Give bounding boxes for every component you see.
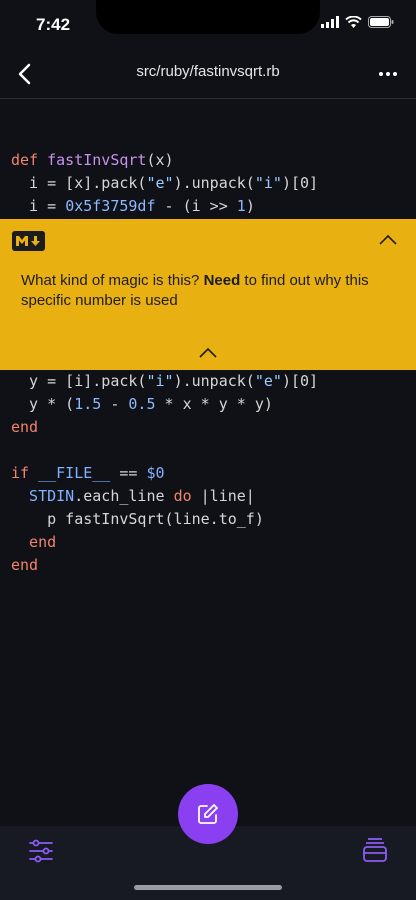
sliders-icon [29, 839, 53, 863]
code-token: 1 [236, 197, 246, 215]
code-token: def [11, 151, 48, 169]
code-token: - [101, 395, 129, 413]
code-token: end [11, 418, 39, 436]
code-token: - (i >> [155, 197, 237, 215]
code-block-bottom[interactable]: y = [i].pack("i").unpack("e")[0] y * (1.… [11, 370, 411, 577]
collapse-comment-button[interactable] [372, 228, 404, 252]
code-token: .each_line [74, 487, 174, 505]
signal-icon [321, 16, 339, 28]
code-line: y = [i].pack("i").unpack("e")[0] [11, 370, 411, 393]
code-line: i = [x].pack("e").unpack("i")[0] [11, 172, 411, 195]
status-time: 7:42 [36, 15, 71, 34]
code-line: if __FILE__ == $0 [11, 462, 411, 485]
edit-fab-button[interactable] [178, 784, 238, 844]
code-token: i = [x].pack( [11, 174, 147, 192]
code-line: STDIN.each_line do |line| [11, 485, 411, 508]
code-token: y * ( [11, 395, 75, 413]
code-block-top[interactable]: def fastInvSqrt(x) i = [x].pack("e").unp… [11, 149, 411, 218]
comment-text-start: What kind of magic is this? [21, 272, 204, 289]
ellipsis-icon [379, 72, 397, 76]
code-token: |line| [191, 487, 255, 505]
code-token: y = [i].pack( [11, 372, 147, 390]
code-token: * x * y * y) [155, 395, 273, 413]
code-token: (x) [146, 151, 174, 169]
code-token: )[0] [281, 174, 319, 192]
comment-text-bold: Need [203, 272, 241, 289]
code-line: p fastInvSqrt(line.to_f) [11, 508, 411, 531]
settings-button[interactable] [28, 838, 54, 864]
code-line: i = 0x5f3759df - (i >> 1) [11, 195, 411, 218]
code-line: y * (1.5 - 0.5 * x * y * y) [11, 393, 411, 416]
code-token: STDIN [11, 487, 75, 505]
code-token: 1.5 [74, 395, 102, 413]
code-token: == [110, 464, 147, 482]
code-token: if [11, 464, 39, 482]
comment-text: What kind of magic is this? Need to find… [21, 271, 393, 311]
code-token: "e" [254, 372, 282, 390]
pencil-square-icon [198, 804, 218, 824]
code-token: $0 [146, 464, 165, 482]
wifi-icon [345, 16, 362, 28]
nav-bar: src/ruby/fastinvsqrt.rb [0, 52, 416, 96]
status-bar: 7:42 [0, 0, 416, 52]
more-options-button[interactable] [372, 58, 404, 90]
code-token: ) [245, 197, 255, 215]
code-token: i = [11, 197, 66, 215]
chevron-up-icon [379, 234, 397, 245]
markdown-icon [12, 231, 45, 251]
stack-icon [363, 838, 387, 862]
collapse-comment-bottom-button[interactable] [192, 342, 224, 364]
code-token: __FILE__ [38, 464, 111, 482]
code-line: end [11, 531, 411, 554]
code-token: 0.5 [128, 395, 156, 413]
code-token: end [11, 556, 39, 574]
stack-button[interactable] [362, 836, 388, 864]
code-token: ).unpack( [173, 372, 255, 390]
device-notch [96, 0, 320, 34]
code-token: end [11, 533, 57, 551]
code-token: p fastInvSqrt(line.to_f) [11, 510, 264, 528]
code-token: 0x5f3759df [65, 197, 156, 215]
code-token: fastInvSqrt [47, 151, 147, 169]
home-indicator[interactable] [134, 885, 282, 890]
code-token: "i" [254, 174, 282, 192]
code-token: do [173, 487, 192, 505]
code-token: "i" [146, 372, 174, 390]
code-line: end [11, 554, 411, 577]
nav-divider [0, 98, 416, 99]
chevron-up-icon [199, 347, 217, 358]
battery-icon [368, 16, 394, 28]
file-path-title: src/ruby/fastinvsqrt.rb [136, 63, 280, 80]
code-token: )[0] [281, 372, 319, 390]
code-token: "e" [146, 174, 174, 192]
code-token: ).unpack( [173, 174, 255, 192]
code-line: end [11, 416, 411, 439]
code-line: def fastInvSqrt(x) [11, 149, 411, 172]
status-icons [321, 16, 394, 28]
